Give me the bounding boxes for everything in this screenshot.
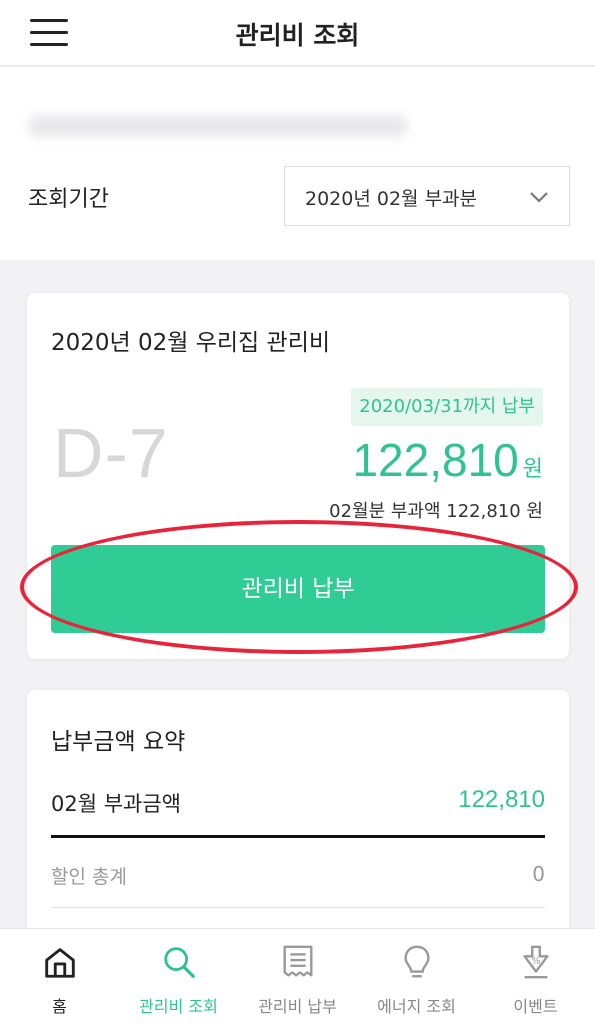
lightbulb-icon bbox=[403, 945, 430, 978]
bill-amount: 122,810 원 bbox=[352, 433, 543, 487]
discount-event-icon: % bbox=[522, 945, 549, 979]
chevron-down-icon bbox=[530, 192, 548, 203]
bill-card: 2020년 02월 우리집 관리비 D-7 2020/03/31까지 납부 12… bbox=[27, 293, 569, 659]
nav-label: 이벤트 bbox=[513, 997, 558, 1016]
nav-item-fee-inquiry[interactable]: 관리비 조회 bbox=[119, 929, 238, 1024]
period-selected-value: 2020년 02월 부과분 bbox=[305, 188, 478, 210]
blurred-address bbox=[28, 115, 408, 137]
period-label: 조회기간 bbox=[28, 187, 109, 212]
nav-item-home[interactable]: 홈 bbox=[0, 929, 119, 1024]
bill-title: 2020년 02월 우리집 관리비 bbox=[51, 330, 331, 356]
discount-value: 0 bbox=[532, 862, 545, 886]
period-dropdown[interactable]: 2020년 02월 부과분 bbox=[284, 166, 570, 226]
summary-title: 납부금액 요약 bbox=[51, 729, 186, 755]
charge-value: 122,810 bbox=[458, 786, 545, 813]
pay-fee-button[interactable]: 관리비 납부 bbox=[51, 545, 545, 633]
billed-amount-line: 02월분 부과액 122,810 원 bbox=[329, 501, 543, 522]
d-day-counter: D-7 bbox=[53, 414, 169, 492]
home-icon bbox=[44, 948, 75, 978]
nav-item-energy[interactable]: 에너지 조회 bbox=[357, 929, 476, 1024]
nav-label: 에너지 조회 bbox=[377, 997, 456, 1016]
nav-label: 관리비 조회 bbox=[139, 997, 218, 1016]
nav-item-fee-payment[interactable]: 관리비 납부 bbox=[238, 929, 357, 1024]
page-title: 관리비 조회 bbox=[235, 21, 360, 50]
query-section: 조회기간 2020년 02월 부과분 bbox=[0, 67, 595, 260]
charge-label: 02월 부과금액 bbox=[51, 792, 181, 816]
bottom-navigation: 홈 관리비 조회 관리비 납부 에너지 조회 % 이벤트 bbox=[0, 928, 595, 1024]
nav-label: 홈 bbox=[52, 997, 67, 1016]
charge-row: 02월 부과금액 122,810 bbox=[51, 786, 545, 838]
nav-item-event[interactable]: % 이벤트 bbox=[476, 929, 595, 1024]
discount-row: 할인 총계 0 bbox=[51, 862, 545, 908]
receipt-icon bbox=[283, 945, 312, 977]
discount-label: 할인 총계 bbox=[51, 866, 127, 888]
due-date-badge: 2020/03/31까지 납부 bbox=[351, 388, 543, 426]
app-header: 관리비 조회 bbox=[0, 0, 595, 66]
search-icon bbox=[163, 947, 195, 978]
amount-value: 122,810 bbox=[352, 434, 519, 486]
nav-label: 관리비 납부 bbox=[258, 997, 337, 1016]
amount-unit: 원 bbox=[522, 457, 543, 482]
svg-text:%: % bbox=[531, 956, 540, 967]
